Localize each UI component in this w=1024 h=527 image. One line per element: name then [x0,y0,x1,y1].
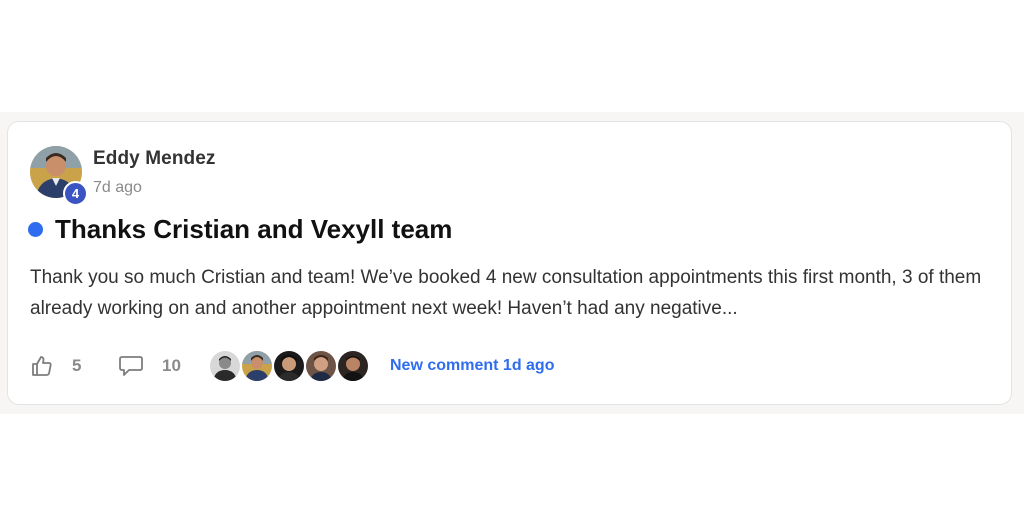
level-badge: 4 [63,181,88,206]
thumbs-up-icon [32,356,52,376]
participant-avatar[interactable] [304,349,338,383]
participant-avatar[interactable] [336,349,370,383]
post-card[interactable]: 4 Eddy Mendez 7d ago Thanks Cristian and… [7,121,1012,405]
like-count: 5 [72,356,82,375]
author-avatar-container[interactable]: 4 [30,146,88,206]
participant-avatar[interactable] [240,349,274,383]
author-name[interactable]: Eddy Mendez [93,148,216,170]
comment-count: 10 [162,356,181,375]
post-timestamp: 7d ago [93,179,142,196]
post-footer: 5 10 New comment 1d ago [30,348,554,384]
post-title[interactable]: Thanks Cristian and Vexyll team [55,214,452,245]
like-button[interactable]: 5 [30,354,118,378]
new-comment-link[interactable]: New comment 1d ago [390,357,554,375]
participant-avatars[interactable] [208,349,370,383]
participant-avatar[interactable] [272,349,306,383]
comment-button[interactable]: 10 [118,354,210,378]
participant-avatar[interactable] [208,349,242,383]
unread-dot-icon [28,222,43,237]
post-title-row[interactable]: Thanks Cristian and Vexyll team [28,214,452,245]
post-body[interactable]: Thank you so much Cristian and team! We’… [30,262,990,324]
speech-bubble-icon [119,356,143,376]
